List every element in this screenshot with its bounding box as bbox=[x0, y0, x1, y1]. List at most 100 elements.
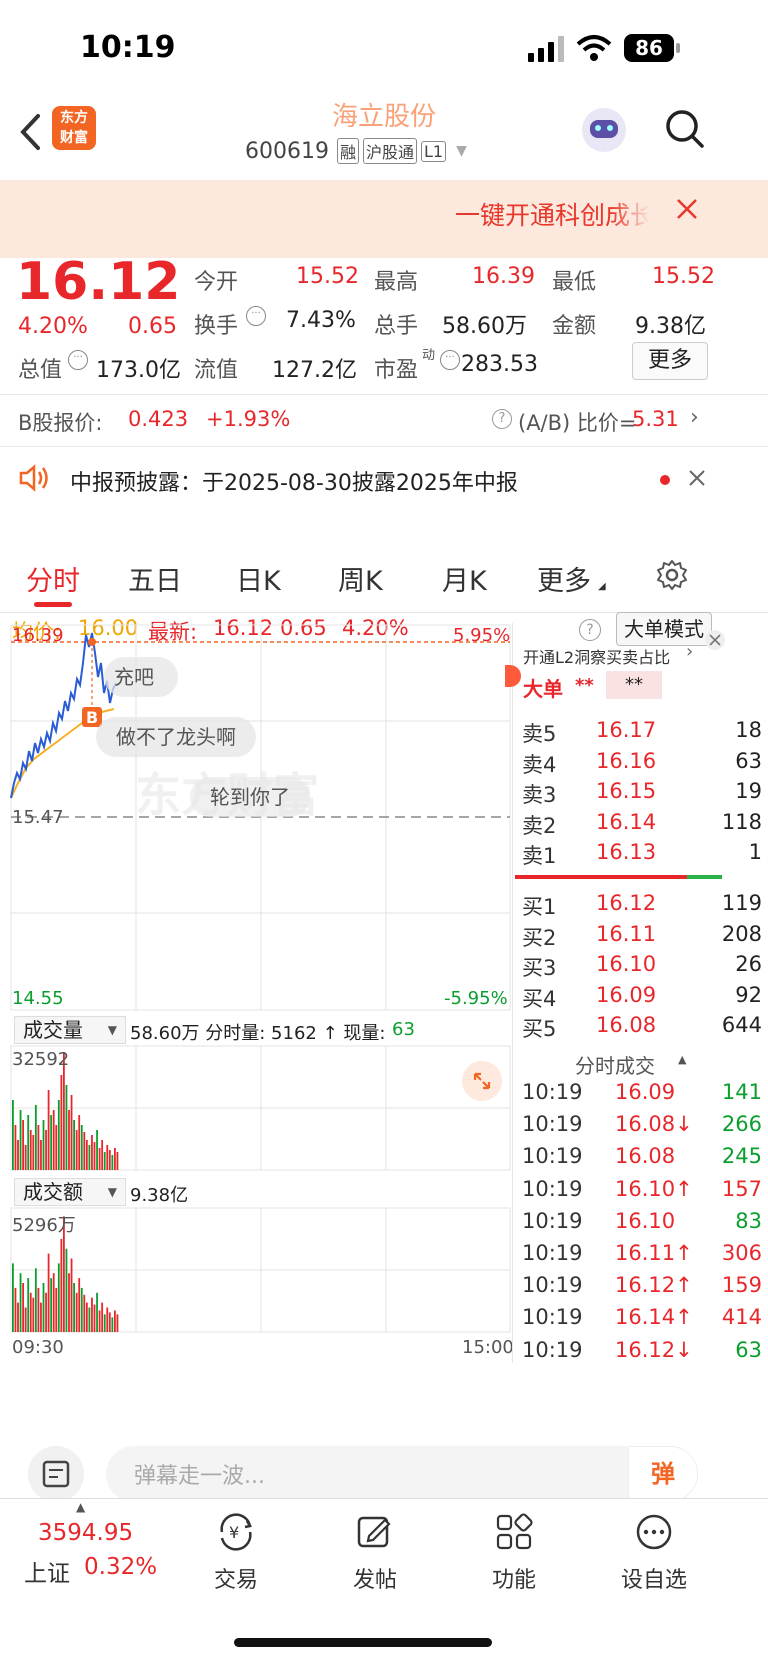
volume-bar bbox=[98, 1310, 101, 1332]
volume-bar bbox=[75, 1292, 78, 1332]
close-icon[interactable] bbox=[688, 469, 706, 487]
volume-bar bbox=[47, 1253, 50, 1332]
expand-icon[interactable] bbox=[462, 1061, 502, 1101]
turnover-label: 换手 bbox=[194, 314, 239, 339]
trade-icon: ¥ bbox=[220, 1513, 252, 1551]
tab-monthly-k[interactable]: 月K bbox=[442, 559, 487, 598]
nav-post[interactable]: 发帖 bbox=[320, 1512, 430, 1594]
volume-bar bbox=[73, 1120, 75, 1170]
search-icon[interactable] bbox=[664, 108, 706, 150]
nav-trade-label: 交易 bbox=[213, 1568, 258, 1593]
volume-bar bbox=[45, 1292, 47, 1332]
svg-text:¥: ¥ bbox=[229, 1523, 239, 1542]
ask-level-label: 卖1 bbox=[522, 844, 557, 868]
volume-bar bbox=[14, 1125, 17, 1170]
danmu-send-button[interactable]: 弹 bbox=[628, 1446, 698, 1502]
tab-intraday[interactable]: 分时 bbox=[26, 559, 80, 598]
amount-info: 9.38亿 bbox=[130, 1185, 189, 1206]
robot-assistant-icon[interactable] bbox=[582, 108, 626, 152]
nav-add-watchlist-label: 设自选 bbox=[620, 1568, 687, 1593]
volume-bar bbox=[114, 1310, 116, 1332]
tab-weekly-k[interactable]: 周K bbox=[338, 559, 383, 598]
volume-bar bbox=[55, 1125, 58, 1170]
bid-row[interactable]: 买5 16.08 644 bbox=[522, 1013, 762, 1043]
help-icon[interactable]: ? bbox=[492, 409, 512, 429]
close-icon[interactable] bbox=[704, 629, 726, 651]
bid-row[interactable]: 买4 16.09 92 bbox=[522, 983, 762, 1013]
spacer bbox=[0, 511, 768, 545]
tick-time: 10:19 bbox=[522, 1208, 583, 1233]
pct-axis-top: 5.95% bbox=[453, 625, 511, 646]
ask-price: 16.15 bbox=[596, 779, 657, 803]
index-value[interactable]: 3594.95 bbox=[38, 1520, 133, 1546]
tab-more[interactable]: 更多 bbox=[537, 559, 591, 598]
stock-code-row[interactable]: 600619 融 沪股通 L1 ▼ bbox=[245, 138, 467, 164]
ask-row[interactable]: 卖2 16.14 118 bbox=[522, 810, 762, 840]
danmaku-bubble[interactable]: 轮到你了 bbox=[190, 777, 310, 817]
volume-bar bbox=[27, 1115, 30, 1170]
bottom-nav: ▲ 3594.95 上证 0.32% ¥ 交易 发帖 功能 设自选 bbox=[0, 1498, 768, 1663]
y-axis-top: 16.39 bbox=[12, 625, 64, 646]
float-label: 流值 bbox=[194, 358, 239, 383]
volume-bar bbox=[14, 1287, 17, 1332]
nav-add-watchlist[interactable]: 设自选 bbox=[599, 1512, 709, 1594]
tick-row: 10:19 16.12↑ 159 bbox=[522, 1273, 762, 1305]
volume-bar bbox=[34, 1105, 37, 1170]
ask-row[interactable]: 卖4 16.16 63 bbox=[522, 749, 762, 779]
header: 东方 财富 海立股份 600619 融 沪股通 L1 ▼ bbox=[0, 100, 768, 180]
ask-row[interactable]: 卖5 16.17 18 bbox=[522, 718, 762, 748]
volume-bar bbox=[108, 1312, 111, 1332]
bshare-row[interactable]: B股报价: 0.423 +1.93% ? (A/B) 比价= 5.31 › bbox=[0, 395, 768, 445]
tick-volume: 245 bbox=[721, 1144, 762, 1169]
tick-row: 10:19 16.10 83 bbox=[522, 1209, 762, 1241]
tick-price: 16.12↓ bbox=[615, 1337, 693, 1362]
volume-bar bbox=[114, 1148, 116, 1170]
bid-volume: 208 bbox=[721, 921, 762, 946]
more-dots-icon bbox=[636, 1514, 672, 1550]
nav-trade[interactable]: ¥ 交易 bbox=[181, 1512, 291, 1594]
info-icon[interactable]: ··· bbox=[68, 350, 88, 370]
danmu-input[interactable]: 弹幕走一波... 弹 bbox=[106, 1446, 698, 1502]
more-button[interactable]: 更多 bbox=[632, 342, 708, 380]
nav-functions[interactable]: 功能 bbox=[459, 1512, 569, 1594]
volume-selector[interactable]: 成交量 ▼ bbox=[14, 1016, 126, 1044]
info-icon[interactable]: ··· bbox=[440, 350, 460, 370]
volume-bar bbox=[83, 1132, 86, 1170]
ask-volume: 18 bbox=[735, 718, 762, 742]
settings-gear-icon[interactable] bbox=[656, 559, 688, 591]
volume-bar bbox=[24, 1307, 27, 1332]
info-icon[interactable]: ··· bbox=[246, 306, 266, 326]
l2-promo-link[interactable]: 开通L2洞察买卖占比 bbox=[523, 644, 670, 668]
tab-five-day[interactable]: 五日 bbox=[128, 559, 182, 598]
mktcap-value: 173.0亿 bbox=[96, 358, 181, 383]
volume-bar bbox=[96, 1130, 98, 1170]
tab-daily-k[interactable]: 日K bbox=[236, 559, 281, 598]
danmaku-bubble[interactable]: 充吧 bbox=[104, 657, 178, 697]
float-value: 127.2亿 bbox=[272, 358, 357, 383]
bid-level-label: 买5 bbox=[522, 1017, 557, 1041]
tick-price: 16.08 bbox=[615, 1144, 676, 1169]
buy-marker-label: B bbox=[86, 708, 98, 727]
tag-margin: 融 bbox=[336, 138, 359, 164]
volume-bar bbox=[116, 1152, 119, 1170]
danmaku-bubble[interactable]: 做不了龙头啊 bbox=[96, 717, 256, 757]
promo-banner[interactable]: 一键开通科创成长 bbox=[0, 180, 768, 258]
danmu-list-icon[interactable] bbox=[28, 1446, 84, 1502]
amount-selector[interactable]: 成交额 ▼ bbox=[14, 1178, 126, 1206]
volume-bar bbox=[111, 1317, 114, 1332]
tick-time: 10:19 bbox=[522, 1241, 583, 1265]
bid-row[interactable]: 买2 16.11 208 bbox=[522, 921, 762, 952]
volume-selector-label: 成交量 bbox=[23, 1018, 83, 1042]
bid-row[interactable]: 买1 16.12 119 bbox=[522, 891, 762, 921]
volume-bar bbox=[40, 1302, 42, 1332]
volume-bar bbox=[111, 1155, 114, 1170]
tick-volume: 306 bbox=[721, 1241, 762, 1265]
close-icon[interactable] bbox=[676, 198, 698, 220]
ask-row[interactable]: 卖3 16.15 19 bbox=[522, 779, 762, 809]
notice-bar[interactable]: 中报预披露：于2025-08-30披露2025年中报 bbox=[0, 447, 768, 511]
volume-info: 58.60万 分时量: 5162 ↑ 现量: bbox=[130, 1023, 386, 1044]
bid-row[interactable]: 买3 16.10 26 bbox=[522, 952, 762, 982]
ask-row[interactable]: 卖1 16.13 1 bbox=[522, 840, 762, 870]
period-tabs: 分时 五日 日K 周K 月K 更多 ◢ bbox=[0, 545, 768, 613]
ratio-bar-green bbox=[687, 875, 722, 879]
